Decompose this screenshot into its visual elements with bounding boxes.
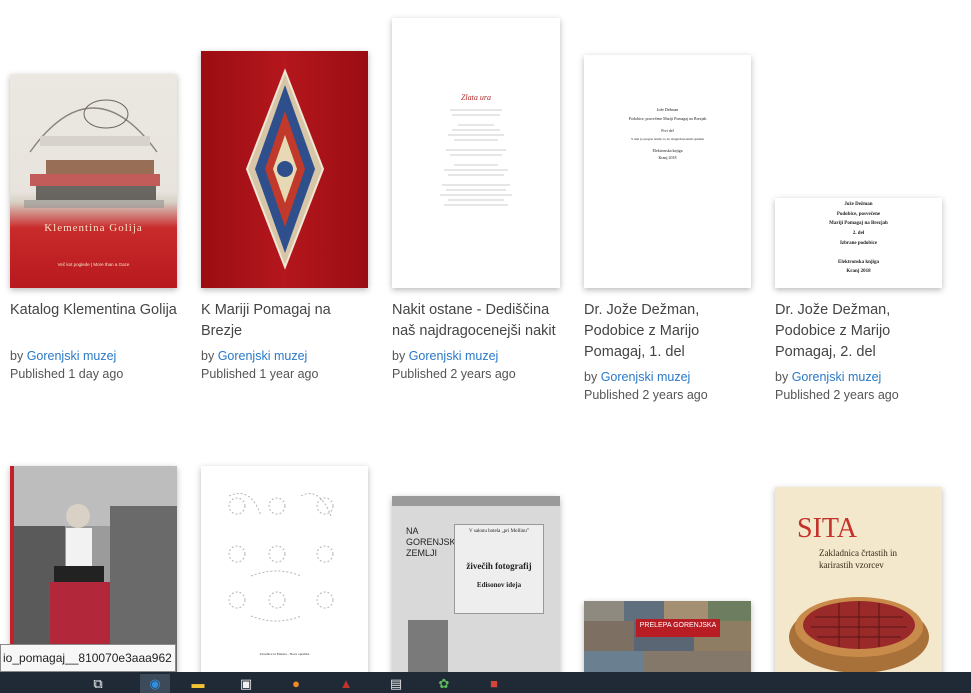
publication-byline: by Gorenjski muzej [392,347,498,365]
publication-byline: by Gorenjski muzej [201,347,307,365]
cover-line: Podobice, posvečene [836,212,881,217]
publication-title[interactable]: Dr. Jože Dežman, Podobice z Marijo Pomag… [775,300,947,363]
publication-cover[interactable] [201,51,368,288]
ornament-diamond [245,68,325,270]
publication-byline: by Gorenjski muzej [775,368,881,386]
task-view-icon[interactable]: ⧉ [88,674,108,693]
cover-line: S tem je pregon izašlo to do mogleh kras… [631,137,704,141]
publication-byline: by Gorenjski muzej [584,368,690,386]
by-label: by [201,349,215,363]
publication-title[interactable]: K Mariji Pomagaj na Brezje [201,300,373,342]
publication-date: Published 2 years ago [775,388,899,402]
cover-line: Mariji Pomagaj na Brezjah [829,221,888,226]
cover-line: 2. del [852,231,865,236]
cover-line: Jože Dežman [656,107,679,112]
cover-line: Podobice, posvečene Mariji Pomagaj na Br… [628,116,707,121]
publication-cover[interactable]: Jože Dežman Podobice, posvečene Mariji P… [584,55,751,288]
cover-line: Jože Dežman [844,202,873,207]
photos-icon[interactable]: ✿ [434,674,454,693]
publisher-link[interactable]: Gorenjski muzej [601,370,691,384]
cover-line: Elektronska knjiga [838,260,879,265]
cover-ad: živečih fotografij [466,561,532,571]
publisher-link[interactable]: Gorenjski muzej [409,349,499,363]
publication-cover[interactable]: SITA Zakladnica črtastih in karirastih v… [775,487,942,676]
cover-subtitle: Več kot poglede | More than a Gaze [57,262,130,267]
publication-cover[interactable]: Jože Dežman Podobice, posvečene Mariji P… [775,198,942,288]
cover-ad: V salonu hotela „pri Mollinu” [469,529,529,534]
office-icon[interactable]: ▤ [386,674,406,693]
cover-heading: NA GORENJSKI ZEMLJI [406,526,459,558]
publication-cover[interactable]: Zlata ura [392,18,560,288]
cover-collage [584,601,751,676]
publication-date: Published 1 year ago [201,367,319,381]
edge-icon[interactable]: ◉ [140,674,170,693]
publication-title[interactable]: Katalog Klementina Golija [10,300,182,321]
firefox-icon[interactable]: ● [286,674,306,693]
sieve-illustration [789,597,929,673]
publisher-link[interactable]: Gorenjski muzej [27,349,117,363]
cover-line: Izbrane podobice [839,241,878,246]
cover-ad: Edisonov ideja [476,581,522,589]
cover-title: Klementina Golija [44,222,143,234]
cover-pattern [228,493,334,622]
publication-cover[interactable]: NA GORENJSKI ZEMLJI V salonu hotela „pri… [392,496,560,676]
publication-cover[interactable]: Zvezdice iz Emona - Nove opomba [201,466,368,676]
cover-caption: Zvezdice iz Emona - Nove opomba [259,652,310,656]
publication-date: Published 2 years ago [392,367,516,381]
cover-masthead [392,496,560,506]
cover-artwork [24,99,164,208]
windows-taskbar: ⧉ ◉ ▬ ▣ ● ▲ ▤ ✿ ■ [0,672,971,693]
cover-portrait [408,620,448,674]
cover-line: Elektronska knjiga [652,148,683,153]
publication-title[interactable]: Dr. Jože Dežman, Podobice z Marijo Pomag… [584,300,756,363]
file-explorer-icon[interactable]: ▬ [188,674,208,693]
app2-icon[interactable]: ■ [484,674,504,693]
cover-line: Kranj 2018 [658,155,677,160]
by-label: by [392,349,406,363]
cover-line: Prvi del [661,128,674,133]
publication-byline: by Gorenjski muzej [10,347,116,365]
publication-cover[interactable]: Klementina Golija Več kot poglede | More… [10,74,177,288]
by-label: by [775,370,789,384]
publication-date: Published 1 day ago [10,367,124,381]
cover-line: Kranj 2018 [846,269,871,274]
publication-title[interactable]: Nakit ostane - Dediščina naš najdragocen… [392,300,564,342]
by-label: by [10,349,24,363]
cover-ad-box: V salonu hotela „pri Mollinu” živečih fo… [454,524,544,614]
by-label: by [584,370,598,384]
poem-text-lines [440,109,512,206]
app-icon[interactable]: ▲ [336,674,356,693]
publication-date: Published 2 years ago [584,388,708,402]
publisher-link[interactable]: Gorenjski muzej [218,349,308,363]
cover-title: PRELEPA GORENJSKA [639,622,717,629]
publication-cover[interactable]: PRELEPA GORENJSKA [584,601,751,676]
link-status-tooltip: io_pomagaj__810070e3aaa962 [0,644,176,672]
store-icon[interactable]: ▣ [236,674,256,693]
publisher-link[interactable]: Gorenjski muzej [792,370,882,384]
